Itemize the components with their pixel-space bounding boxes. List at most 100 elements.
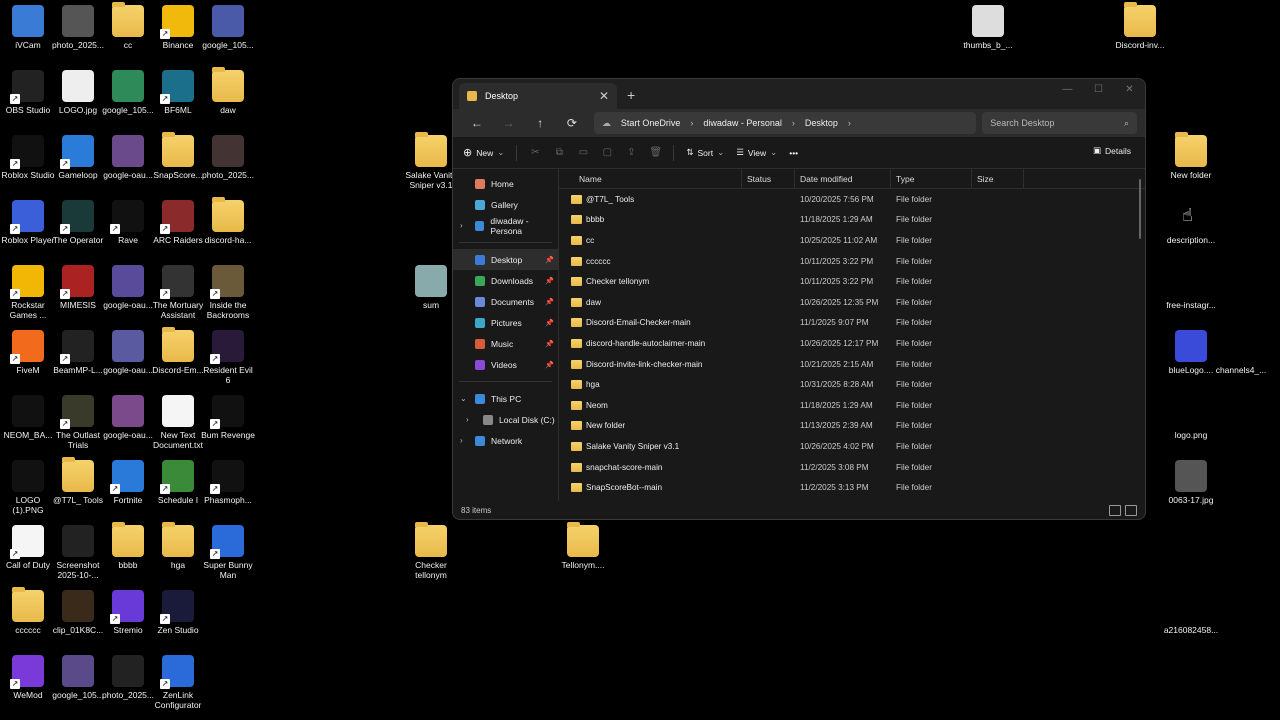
new-tab-button[interactable]: + <box>627 87 635 103</box>
desktop-icon[interactable]: Stremio <box>100 590 156 635</box>
address-bar[interactable]: ☁ Start OneDrive › diwadaw - Personal › … <box>593 112 977 134</box>
sort-button[interactable]: ⇅ Sort ⌄ <box>686 147 724 158</box>
maximize-button[interactable]: ☐ <box>1083 79 1114 99</box>
desktop-icon[interactable]: google-oau... <box>100 135 156 180</box>
desktop-icon[interactable]: Zen Studio <box>150 590 206 635</box>
desktop-icon[interactable]: cccccc <box>0 587 56 635</box>
copy-icon[interactable]: ⧉ <box>553 147 565 159</box>
desktop-icon[interactable]: Phasmoph... <box>200 460 256 505</box>
desktop-icon[interactable]: Inside the Backrooms <box>200 265 256 320</box>
desktop-icon[interactable]: photo_2025... <box>100 655 156 700</box>
desktop-icon[interactable]: bbbb <box>100 522 156 570</box>
tiles-view-icon[interactable] <box>1125 505 1137 516</box>
nav-item[interactable]: Home <box>453 173 558 194</box>
desktop-icon[interactable]: Tellonym.... <box>555 522 611 570</box>
desktop-icon[interactable]: LOGO.jpg <box>50 70 106 115</box>
table-row[interactable]: Checker tellonym 10/11/2025 3:22 PM File f… <box>559 271 1145 292</box>
details-view-icon[interactable] <box>1109 505 1121 516</box>
desktop-icon[interactable]: photo_2025... <box>200 135 256 180</box>
table-row[interactable]: @T7L_ Tools 10/20/2025 7:56 PM File folder <box>559 189 1145 210</box>
desktop-icon[interactable]: Roblox Player <box>0 200 56 245</box>
desktop-icon[interactable]: BeamMP-L... <box>50 330 106 375</box>
desktop-icon[interactable]: Salake Vanity Sniper v3.1 <box>403 132 459 190</box>
table-row[interactable]: New folder 11/13/2025 2:39 AM File folder <box>559 416 1145 437</box>
desktop-icon[interactable]: Discord-inv... <box>1112 2 1168 50</box>
tab-desktop[interactable]: Desktop ✕ <box>459 83 617 109</box>
desktop-icon[interactable]: The Outlast Trials <box>50 395 106 450</box>
close-window-button[interactable]: ✕ <box>1114 79 1145 99</box>
desktop-icon[interactable]: free-instagr... <box>1163 265 1219 310</box>
desktop-icon[interactable]: Screenshot 2025-10-... <box>50 525 106 580</box>
chevron-icon[interactable]: ⌄ <box>460 394 467 403</box>
rename-icon[interactable]: ▢ <box>601 147 613 159</box>
table-row[interactable]: Discord-invite-link-checker-main 10/21/20… <box>559 354 1145 375</box>
nav-item[interactable]: Music 📌 <box>453 333 558 354</box>
desktop-icon[interactable]: ZenLink Configurator <box>150 655 206 710</box>
table-row[interactable]: snapchat-score-main 11/2/2025 3:08 PM File… <box>559 457 1145 478</box>
desktop-icon[interactable]: BF6ML <box>150 70 206 115</box>
desktop-icon[interactable]: New folder <box>1163 132 1219 180</box>
desktop-icon[interactable]: channels4_... <box>1213 330 1269 375</box>
table-row[interactable]: cccccc 10/11/2025 3:22 PM File folder <box>559 251 1145 272</box>
column-name[interactable]: Name <box>559 169 742 188</box>
scrollbar[interactable] <box>1139 179 1141 239</box>
nav-item[interactable]: ⌄ This PC <box>453 388 558 409</box>
desktop-icon[interactable]: Fortnite <box>100 460 156 505</box>
desktop-icon[interactable]: WeMod <box>0 655 56 700</box>
share-icon[interactable]: ⇪ <box>625 147 637 159</box>
desktop-icon[interactable]: logo.png <box>1163 395 1219 440</box>
new-button[interactable]: ⊕ New ⌄ <box>463 146 504 159</box>
table-row[interactable]: SnapScoreBot--main 11/2/2025 3:13 PM File … <box>559 477 1145 498</box>
desktop-icon[interactable]: The Mortuary Assistant <box>150 265 206 320</box>
chevron-icon[interactable]: › <box>460 436 463 445</box>
column-status[interactable]: Status <box>742 169 795 188</box>
nav-item[interactable]: Gallery <box>453 194 558 215</box>
desktop-icon[interactable]: a216082458... <box>1163 590 1219 635</box>
desktop-icon[interactable]: google-oau... <box>100 395 156 440</box>
cut-icon[interactable]: ✂ <box>529 147 541 159</box>
table-row[interactable]: Discord-Email-Checker-main 11/1/2025 9:07… <box>559 313 1145 334</box>
desktop-icon[interactable]: Call of Duty <box>0 525 56 570</box>
desktop-icon[interactable]: google_105... <box>50 655 106 700</box>
desktop-icon[interactable]: Checker tellonym <box>403 522 459 580</box>
nav-item[interactable]: Documents 📌 <box>453 291 558 312</box>
desktop-icon[interactable]: clip_01K8C... <box>50 590 106 635</box>
desktop-icon[interactable]: photo_2025... <box>50 5 106 50</box>
desktop-icon[interactable]: Super Bunny Man <box>200 525 256 580</box>
table-row[interactable]: hga 10/31/2025 8:28 AM File folder <box>559 374 1145 395</box>
desktop-icon[interactable]: Rave <box>100 200 156 245</box>
desktop-icon[interactable]: LOGO (1).PNG <box>0 460 56 515</box>
nav-item[interactable]: › diwadaw - Persona <box>453 215 558 236</box>
close-tab-icon[interactable]: ✕ <box>599 89 609 103</box>
delete-icon[interactable]: 🗑 <box>649 147 662 159</box>
chevron-icon[interactable]: › <box>460 221 463 230</box>
desktop-icon[interactable]: google_105... <box>200 5 256 50</box>
desktop-icon[interactable]: Gameloop <box>50 135 106 180</box>
column-date-modified[interactable]: Date modified <box>795 169 891 188</box>
nav-item[interactable]: Videos 📌 <box>453 354 558 375</box>
desktop-icon[interactable]: Roblox Studio <box>0 135 56 180</box>
refresh-button[interactable]: ⟳ <box>556 116 588 130</box>
desktop-icon[interactable]: OBS Studio <box>0 70 56 115</box>
desktop-icon[interactable]: New Text Document.txt <box>150 395 206 450</box>
back-button[interactable]: ← <box>461 116 493 130</box>
breadcrumb-start-onedrive[interactable]: Start OneDrive <box>621 118 681 128</box>
desktop-icon[interactable]: SnapScore... <box>150 132 206 180</box>
breadcrumb-desktop[interactable]: Desktop <box>805 118 838 128</box>
column-type[interactable]: Type <box>891 169 972 188</box>
paste-icon[interactable]: ▭ <box>577 147 589 159</box>
desktop-icon[interactable]: Binance <box>150 5 206 50</box>
breadcrumb-onedrive[interactable]: diwadaw - Personal <box>703 118 782 128</box>
table-row[interactable]: daw 10/26/2025 12:35 PM File folder <box>559 292 1145 313</box>
desktop-icon[interactable]: FiveM <box>0 330 56 375</box>
up-button[interactable]: ↑ <box>524 116 556 130</box>
desktop-icon[interactable]: MIMESIS <box>50 265 106 310</box>
desktop-icon[interactable]: iVCam <box>0 5 56 50</box>
desktop-icon[interactable]: daw <box>200 67 256 115</box>
desktop-icon[interactable]: sum <box>403 265 459 310</box>
desktop-icon[interactable]: google-oau... <box>100 330 156 375</box>
desktop-icon[interactable]: 0063-17.jpg <box>1163 460 1219 505</box>
desktop-icon[interactable]: Rockstar Games ... <box>0 265 56 320</box>
desktop-icon[interactable]: google_105... <box>100 70 156 115</box>
nav-item[interactable]: Desktop 📌 <box>453 249 558 270</box>
